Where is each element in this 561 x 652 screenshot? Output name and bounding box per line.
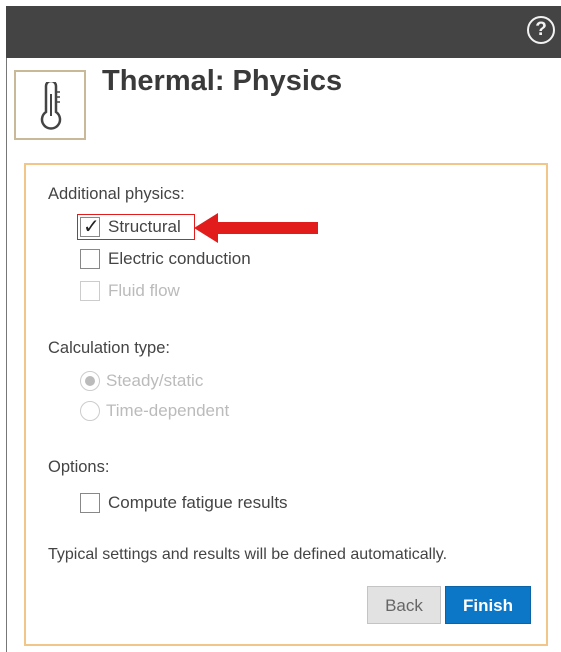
highlight-box	[77, 214, 195, 240]
fluid-flow-checkbox[interactable]: Fluid flow	[80, 281, 180, 301]
finish-button[interactable]: Finish	[445, 586, 531, 624]
radio-dot	[85, 376, 95, 386]
steady-static-radio[interactable]: Steady/static	[80, 371, 203, 391]
checkbox-box[interactable]	[80, 493, 100, 513]
thermometer-icon	[14, 70, 86, 140]
radio-circle[interactable]	[80, 401, 100, 421]
physics-panel: Additional physics: ✓ Structural Electri…	[24, 163, 548, 646]
options-label: Options:	[48, 458, 110, 476]
red-arrow-icon	[194, 213, 318, 243]
steady-static-label: Steady/static	[106, 371, 204, 390]
page-title: Thermal: Physics	[102, 65, 343, 97]
help-icon[interactable]: ?	[527, 16, 555, 44]
left-divider	[6, 58, 7, 652]
checkbox-box[interactable]	[80, 249, 100, 269]
additional-physics-label: Additional physics:	[48, 185, 185, 203]
back-button[interactable]: Back	[367, 586, 441, 624]
radio-circle[interactable]	[80, 371, 100, 391]
checkbox-box[interactable]	[80, 281, 100, 301]
info-note: Typical settings and results will be def…	[48, 546, 448, 563]
electric-conduction-checkbox[interactable]: Electric conduction	[80, 249, 251, 269]
electric-conduction-label: Electric conduction	[108, 249, 251, 268]
compute-fatigue-label: Compute fatigue results	[108, 493, 288, 512]
calculation-type-label: Calculation type:	[48, 339, 170, 357]
time-dependent-radio[interactable]: Time-dependent	[80, 401, 229, 421]
time-dependent-label: Time-dependent	[106, 401, 230, 420]
fluid-flow-label: Fluid flow	[108, 281, 180, 300]
compute-fatigue-checkbox[interactable]: Compute fatigue results	[80, 493, 288, 513]
top-bar: ?	[6, 6, 561, 58]
